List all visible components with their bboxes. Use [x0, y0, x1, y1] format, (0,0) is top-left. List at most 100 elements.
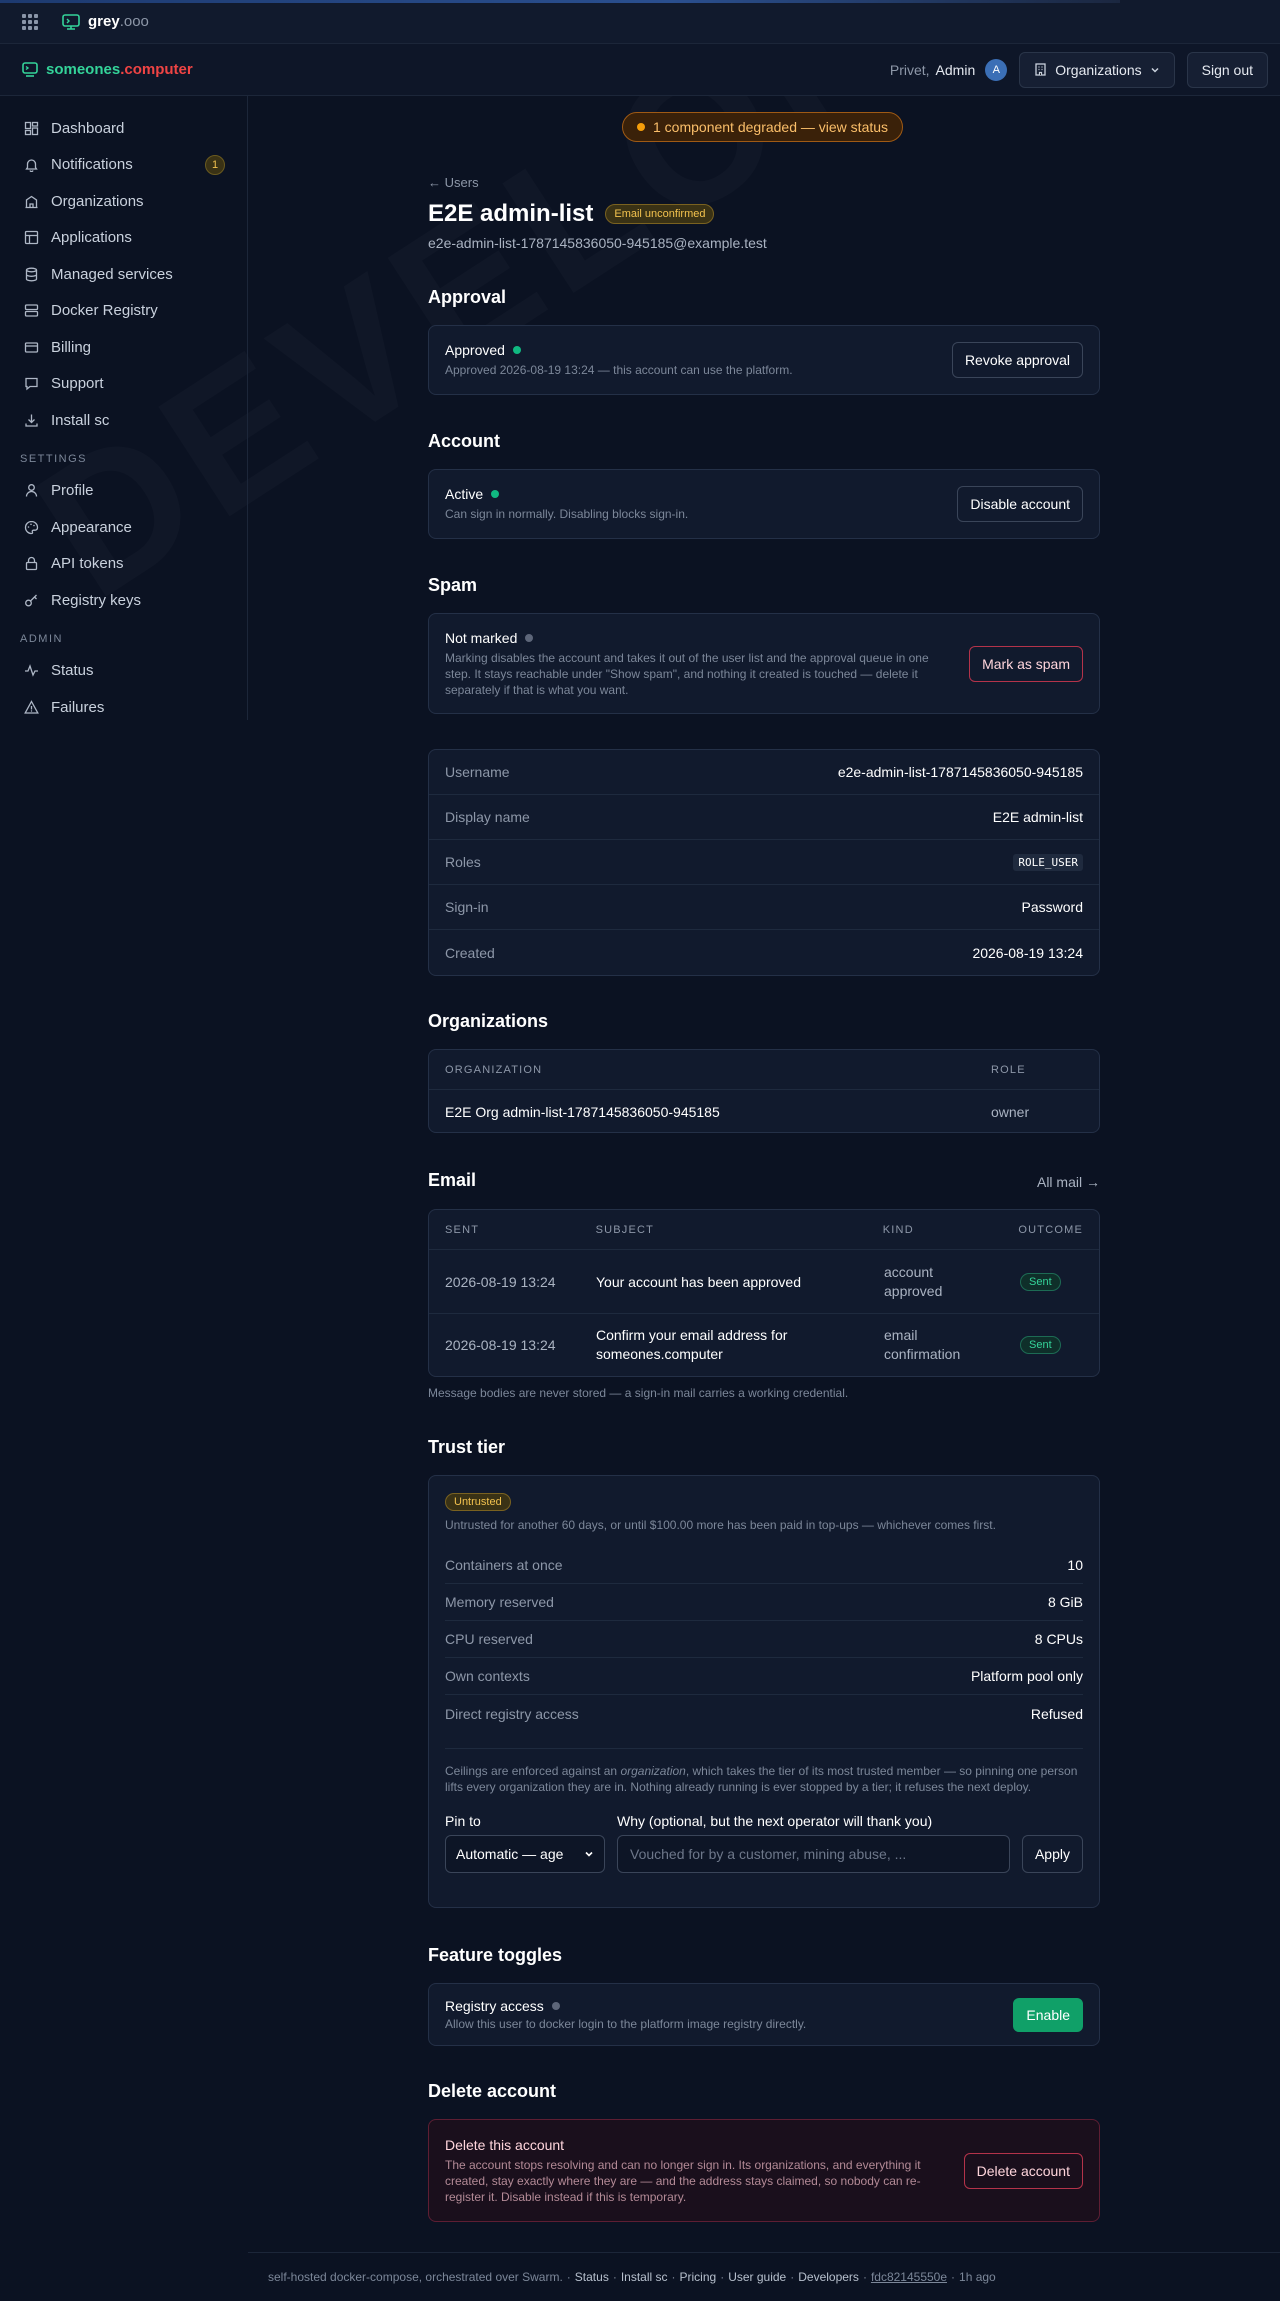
sidebar-item-applications[interactable]: Applications	[0, 220, 247, 257]
pin-to-select[interactable]: Automatic — age	[445, 1835, 605, 1873]
disable-account-button[interactable]: Disable account	[957, 486, 1083, 522]
key-icon	[25, 594, 37, 607]
limit-row: CPU reserved 8 CPUs	[445, 1621, 1083, 1658]
lock-icon	[25, 557, 38, 571]
sidebar-item-label: Registry keys	[51, 591, 142, 609]
approval-card: Approved Approved 2026-08-19 13:24 — thi…	[428, 325, 1100, 395]
email-unconfirmed-badge: Email unconfirmed	[605, 204, 715, 224]
user-name: Admin	[935, 61, 976, 78]
sidebar-item-label: Organizations	[51, 192, 144, 210]
registry-access-card: Registry access Allow this user to docke…	[428, 1983, 1100, 2046]
app-header: someones.computer Privet, Admin A Organi…	[0, 44, 1280, 96]
organizations-dropdown[interactable]: Organizations	[1019, 51, 1175, 88]
admin-section-heading: ADMIN	[20, 632, 63, 645]
footer-link-developers[interactable]: Developers	[798, 2270, 859, 2284]
sidebar-item-docker-registry[interactable]: Docker Registry	[0, 293, 247, 330]
current-user: Privet, Admin A	[890, 58, 1008, 81]
approval-detail: Approved 2026-08-19 13:24 — this account…	[445, 363, 793, 377]
footer-sep: ·	[612, 2270, 617, 2284]
back-to-users-link[interactable]: ← Users	[428, 175, 479, 190]
sidebar-item-billing[interactable]: Billing	[0, 329, 247, 366]
trust-tier-card: Untrusted Untrusted for another 60 days,…	[428, 1475, 1100, 1908]
commit-hash-link[interactable]: fdc82145550e	[871, 2270, 947, 2284]
user-email: e2e-admin-list-1787145836050-945185@exam…	[428, 235, 767, 251]
build-age: 1h ago	[959, 2270, 996, 2284]
all-mail-link[interactable]: All mail →	[1037, 1174, 1100, 1190]
sidebar-item-registry-keys[interactable]: Registry keys	[0, 582, 247, 619]
sidebar-item-notifications[interactable]: Notifications 1	[0, 147, 247, 184]
grey-brand[interactable]: grey.ooo	[62, 13, 149, 30]
table-row[interactable]: 2026-08-19 13:24 Your account has been a…	[429, 1250, 1099, 1314]
footer-link-status[interactable]: Status	[575, 2270, 609, 2284]
spam-heading: Spam	[428, 575, 478, 595]
email-outcome-badge: Sent	[1020, 1272, 1061, 1291]
email-kind: email confirmation	[884, 1327, 961, 1362]
trust-note-start: Ceilings are enforced against an	[445, 1764, 621, 1778]
sidebar-item-dashboard[interactable]: Dashboard	[0, 110, 247, 147]
delete-account-button[interactable]: Delete account	[963, 2152, 1083, 2189]
sidebar-item-api-tokens[interactable]: API tokens	[0, 546, 247, 583]
app-grid-icon[interactable]	[22, 13, 38, 30]
sidebar-item-appearance[interactable]: Appearance	[0, 509, 247, 546]
footer-text: self-hosted docker-compose, orchestrated…	[268, 2270, 563, 2284]
sidebar-item-managed-services[interactable]: Managed services	[0, 256, 247, 293]
limit-value: 8 GiB	[1047, 1594, 1083, 1610]
pin-selected-value: Automatic — age	[456, 1846, 564, 1862]
top-accent-line	[0, 0, 1120, 3]
degraded-status-text: 1 component degraded — view status	[653, 119, 889, 135]
grey-brand-suffix: .ooo	[119, 13, 149, 30]
sidebar-item-install-sc[interactable]: Install sc	[0, 402, 247, 439]
sidebar-item-organizations[interactable]: Organizations	[0, 183, 247, 220]
sidebar-item-support[interactable]: Support	[0, 366, 247, 403]
footer-sep: ·	[951, 2270, 956, 2284]
apply-button[interactable]: Apply	[1021, 1835, 1083, 1873]
app-logo[interactable]: someones.computer	[22, 61, 193, 78]
detail-value: e2e-admin-list-1787145836050-945185	[837, 764, 1083, 780]
footer-link-install-sc[interactable]: Install sc	[621, 2270, 668, 2284]
limit-key: Own contexts	[445, 1668, 530, 1684]
sidebar-item-label: Managed services	[51, 265, 173, 283]
footer-link-user-guide[interactable]: User guide	[728, 2270, 786, 2284]
database-icon	[25, 267, 38, 282]
sidebar-item-label: Install sc	[51, 411, 110, 429]
detail-value: 2026-08-19 13:24	[972, 944, 1083, 961]
detail-key: Username	[445, 764, 510, 780]
mark-as-spam-button[interactable]: Mark as spam	[969, 645, 1083, 682]
detail-row-created: Created 2026-08-19 13:24	[429, 930, 1099, 975]
detail-key: Sign-in	[445, 899, 489, 915]
sidebar-item-status[interactable]: Status	[0, 653, 247, 690]
sign-out-button[interactable]: Sign out	[1186, 51, 1268, 88]
footer-sep: ·	[862, 2270, 867, 2284]
table-header: ORGANIZATION ROLE	[429, 1050, 1099, 1090]
enable-registry-access-button[interactable]: Enable	[1013, 1997, 1083, 2032]
col-role: ROLE	[991, 1063, 1026, 1076]
sidebar-item-label: Profile	[51, 482, 94, 500]
trust-detail: Untrusted for another 60 days, or until …	[445, 1518, 996, 1532]
user-icon	[25, 484, 38, 497]
email-kind: account approved	[884, 1263, 943, 1299]
table-row[interactable]: 2026-08-19 13:24 Confirm your email addr…	[429, 1314, 1099, 1376]
detail-row-username: Username e2e-admin-list-1787145836050-945…	[429, 750, 1099, 795]
account-heading: Account	[428, 431, 500, 451]
revoke-approval-button[interactable]: Revoke approval	[951, 342, 1083, 378]
sidebar-item-label: Notifications	[51, 156, 133, 174]
why-input[interactable]: Vouched for by a customer, mining abuse,…	[617, 1835, 1010, 1873]
footer-link-pricing[interactable]: Pricing	[680, 2270, 717, 2284]
table-row[interactable]: E2E Org admin-list-1787145836050-945185 …	[429, 1090, 1099, 1133]
sidebar-item-label: Docker Registry	[51, 302, 158, 320]
pin-label: Pin to	[445, 1813, 481, 1829]
settings-section-heading: SETTINGS	[20, 452, 88, 465]
sidebar-item-failures[interactable]: Failures	[0, 689, 247, 726]
detail-key: Display name	[445, 809, 530, 825]
sidebar-item-profile[interactable]: Profile	[0, 473, 247, 510]
palette-icon	[24, 520, 39, 534]
limit-row: Own contexts Platform pool only	[445, 1658, 1083, 1695]
detail-row-roles: Roles ROLE_USER	[429, 840, 1099, 885]
dashboard-icon	[24, 121, 39, 135]
avatar[interactable]: A	[985, 58, 1008, 81]
degraded-status-banner[interactable]: 1 component degraded — view status	[622, 112, 904, 142]
footer-sep: ·	[720, 2270, 725, 2284]
building-icon	[1035, 63, 1046, 76]
footer-sep: ·	[671, 2270, 676, 2284]
spam-status: Not marked	[445, 629, 518, 646]
